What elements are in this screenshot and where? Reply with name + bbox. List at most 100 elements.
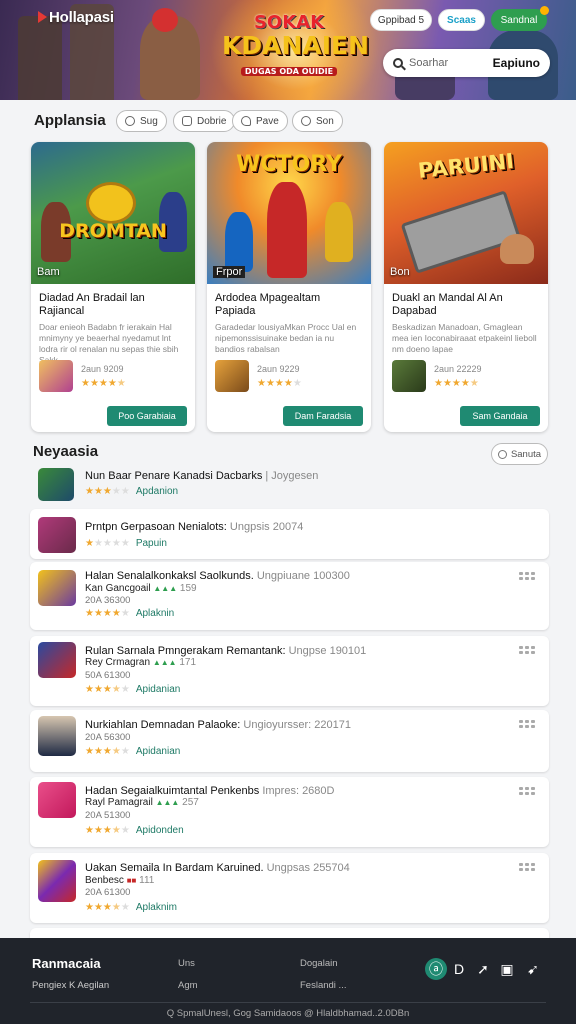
play-icon [38, 11, 47, 23]
header-pill-3[interactable]: Sandnal [491, 6, 549, 31]
list-item-action[interactable]: Apdanion [136, 486, 178, 497]
list-sort-button[interactable]: Sanuta [491, 443, 548, 465]
list-item-subtitle: Rayl Pamagrail ▲▲▲ 257 [85, 797, 199, 808]
card-badge: Bam [37, 266, 60, 278]
footer-brand[interactable]: Ranmacaia [32, 956, 101, 971]
card-character [325, 202, 353, 262]
chip-3[interactable]: Pave [232, 110, 288, 132]
list-item-title: Rulan Sarnala Pmngerakam Remantank: Ungp… [85, 645, 367, 657]
social-app-icon[interactable]: ⓐ [425, 958, 447, 980]
list-item-rating: ★★★★★ Papuin [85, 538, 167, 549]
card-title[interactable]: Duakl an Mandal Al An Dapabad [392, 292, 540, 318]
footer-link[interactable]: Agm [178, 980, 198, 991]
card-rating: ★★★★★ [434, 378, 479, 389]
card-character [86, 182, 136, 224]
search-button[interactable]: Eapiuno [493, 56, 540, 70]
search-input[interactable]: Soarhar [409, 57, 493, 69]
list-item-title: Hadan Segaialkuimtantal Penkenbs Impres:… [85, 785, 335, 797]
list-item-action[interactable]: Aplaknin [136, 608, 174, 619]
drag-handle-icon[interactable] [519, 646, 537, 654]
list-item-size: 20A 51300 [85, 810, 131, 821]
list-item-subtitle: Kan Gancgoail ▲▲▲ 159 [85, 583, 197, 594]
list-item-title: Halan Senalalkonkaksl Saolkunds. Ungpiua… [85, 570, 350, 582]
heart-icon [241, 116, 251, 126]
list-item[interactable]: Nun Baar Penare Kanadsi Dacbarks | Joyge… [30, 466, 549, 506]
footer: Ranmacaia Pengiex K Aegilan Uns Agm Doga… [0, 938, 576, 1024]
featured-card[interactable]: PARUINI Bon Duakl an Mandal Al An Dapaba… [384, 142, 548, 432]
social-d-icon[interactable]: D [448, 958, 470, 980]
card-rating: ★★★★★ [81, 378, 126, 389]
card-hand [500, 234, 534, 264]
game-thumb-forest-icon [38, 468, 74, 501]
list-item[interactable]: Prntpn Gerpasoan Nenialots: Ungpsis 2007… [30, 509, 549, 559]
card-description: Beskadizan Manadoan, Gmaglean mea ien Io… [392, 322, 537, 354]
drag-handle-icon[interactable] [519, 787, 537, 795]
game-thumb-red-icon [38, 642, 76, 678]
list-item-partial [30, 928, 549, 938]
list-item-title: Uakan Semaila In Bardam Karuined. Ungpsa… [85, 862, 350, 874]
card-title[interactable]: Ardodea Mpagealtam Papiada [215, 292, 363, 318]
drag-handle-icon[interactable] [519, 863, 537, 871]
list-item-action[interactable]: Apidanian [136, 746, 180, 757]
footer-divider [30, 1002, 546, 1003]
list-item-rating: ★★★★★ Apidanian [85, 684, 181, 695]
chip-1[interactable]: Sug [116, 110, 167, 132]
card-cta-button[interactable]: Poo Garabiaia [107, 406, 187, 426]
footer-link[interactable]: Feslandi ... [300, 980, 346, 991]
hero-character-hat [152, 8, 178, 32]
list-item[interactable]: Hadan Segaialkuimtantal Penkenbs Impres:… [30, 777, 549, 847]
card-meta: 2aun 9209 [81, 364, 124, 374]
list-item[interactable]: Nurkiahlan Demnadan Palaoke: Ungioyursse… [30, 710, 549, 772]
card-description: Garadedar lousiyaMkan Procc Ual en nipem… [215, 322, 357, 354]
card-rating: ★★★★★ [257, 378, 302, 389]
card-badge: Frpor [213, 266, 246, 278]
card-cta-button[interactable]: Dam Faradsia [283, 406, 363, 426]
header-pill-2[interactable]: Scaas [438, 9, 485, 31]
calendar-icon [182, 116, 192, 126]
search-bar[interactable]: Soarhar Eapiuno [383, 49, 550, 77]
footer-link[interactable]: Dogalain [300, 958, 338, 969]
list-item[interactable]: Rulan Sarnala Pmngerakam Remantank: Ungp… [30, 636, 549, 706]
drag-handle-icon[interactable] [519, 720, 537, 728]
card-title[interactable]: Diadad An Bradail lan Rajiancal [39, 292, 187, 318]
list-item-rating: ★★★★★ Aplaknin [85, 608, 175, 619]
list-item-action[interactable]: Apidanian [136, 684, 180, 695]
card-badge: Bon [390, 266, 410, 278]
list-item-action[interactable]: Apidonden [136, 825, 184, 836]
drag-handle-icon[interactable] [519, 572, 537, 580]
list-item[interactable]: Halan Senalalkonkaksl Saolkunds. Ungpiua… [30, 562, 549, 630]
brand-logo[interactable]: Hollapasi [38, 9, 114, 26]
chip-4[interactable]: Son [292, 110, 343, 132]
list-item-size: 20A 61300 [85, 887, 131, 898]
card-artwork [31, 142, 195, 284]
footer-subtitle[interactable]: Pengiex K Aegilan [32, 980, 109, 991]
social-rocket-icon[interactable]: ➚ [472, 958, 494, 980]
game-thumb-action-icon [38, 570, 76, 606]
chip-2[interactable]: Dobrie [173, 110, 236, 132]
list-item[interactable]: Uakan Semaila In Bardam Karuined. Ungpsa… [30, 853, 549, 923]
list-item-action[interactable]: Papuin [136, 538, 167, 549]
list-item-title: Prntpn Gerpasoan Nenialots: Ungpsis 2007… [85, 521, 304, 533]
hero-pillar [18, 16, 62, 100]
list-item-action[interactable]: Aplaknim [136, 902, 177, 913]
list-item-subtitle: Benbesc ■■ 111 [85, 875, 155, 886]
card-art-title: WCTORY [236, 152, 342, 177]
header-pill-1[interactable]: Gppibad 5 [370, 9, 432, 31]
card-cta-button[interactable]: Sam Gandaia [460, 406, 540, 426]
featured-card[interactable]: WCTORY Frpor Ardodea Mpagealtam Papiada … [207, 142, 371, 432]
list-item-size: 20A 36300 [85, 595, 131, 606]
game-thumb-person-icon [38, 716, 76, 756]
list-item-rating: ★★★★★ Apidanian [85, 746, 181, 757]
card-character [267, 182, 307, 278]
search-icon [393, 58, 403, 68]
social-share-icon[interactable]: ➹ [522, 958, 544, 980]
list-item-rating: ★★★★★ Apdanion [85, 486, 179, 497]
list-section-title: Neyaasia [33, 443, 99, 460]
refresh-icon [497, 449, 507, 459]
social-calendar-icon[interactable]: ▣ [496, 958, 518, 980]
notification-dot [540, 6, 549, 15]
footer-link[interactable]: Uns [178, 958, 195, 969]
game-thumb-hero-icon [38, 517, 76, 553]
featured-card[interactable]: DROMTAN Bam Diadad An Bradail lan Rajian… [31, 142, 195, 432]
list-item-title: Nun Baar Penare Kanadsi Dacbarks | Joyge… [85, 470, 319, 482]
